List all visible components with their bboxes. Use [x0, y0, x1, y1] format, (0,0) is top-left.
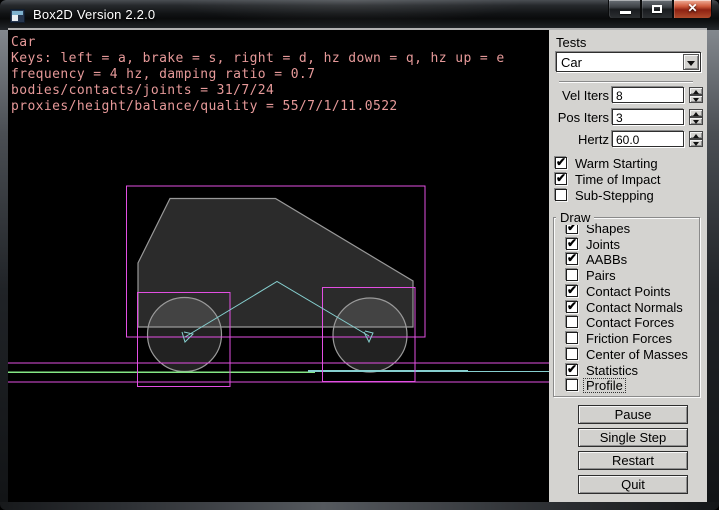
pos-iters-input[interactable]: 3: [612, 109, 684, 125]
hertz-spin-down-button[interactable]: [689, 139, 703, 147]
maximize-icon: [652, 5, 662, 13]
checkbox-joints-label: Joints: [584, 238, 622, 251]
tests-dropdown-value: Car: [561, 55, 582, 70]
draw-groupbox-label: Draw: [556, 210, 594, 225]
checkbox-pairs-label: Pairs: [584, 269, 618, 282]
checkbox-warm-starting-label: Warm Starting: [573, 157, 660, 170]
pos-iters-spin-down-button[interactable]: [689, 117, 703, 125]
arrow-down-icon: [693, 120, 699, 124]
checkbox-contact-forces-label: Contact Forces: [584, 316, 676, 329]
checkbox-friction-forces-box[interactable]: [566, 332, 578, 344]
checkbox-friction-forces-label: Friction Forces: [584, 332, 674, 345]
vel-iters-spin-down-button[interactable]: [689, 95, 703, 103]
hertz-input[interactable]: 60.0: [612, 131, 684, 147]
separator: [559, 81, 693, 83]
quit-button[interactable]: Quit: [578, 475, 688, 494]
pos-iters-spin-up-button[interactable]: [689, 109, 703, 117]
window-border-right: [707, 30, 719, 502]
checkbox-contact-normals-label: Contact Normals: [584, 301, 685, 314]
vel-iters-spin-up-button[interactable]: [689, 87, 703, 95]
chevron-down-icon: [687, 61, 695, 66]
hertz-spin-up-button[interactable]: [689, 131, 703, 139]
checkbox-warm-starting-box[interactable]: [555, 157, 567, 169]
arrow-down-icon: [693, 98, 699, 102]
arrow-up-icon: [693, 90, 699, 94]
checkbox-contact-forces-box[interactable]: [566, 316, 578, 328]
car-wheel-right: [333, 298, 407, 372]
checkbox-sub-stepping-box[interactable]: [555, 189, 567, 201]
hertz-row: Hertz 60.0: [549, 131, 707, 147]
checkbox-profile-box[interactable]: [566, 379, 578, 391]
pause-button[interactable]: Pause: [578, 405, 688, 424]
tests-dropdown[interactable]: Car: [556, 52, 701, 72]
single-step-button[interactable]: Single Step: [578, 428, 688, 447]
vel-iters-spinner: [689, 87, 703, 103]
tests-label: Tests: [556, 35, 586, 50]
arrow-down-icon: [693, 142, 699, 146]
close-button[interactable]: ✕: [673, 0, 712, 19]
checkbox-center-of-masses-label: Center of Masses: [584, 348, 690, 361]
minimize-button[interactable]: [608, 0, 641, 19]
simulation-canvas[interactable]: Car Keys: left = a, brake = s, right = d…: [8, 30, 549, 502]
checkbox-profile-label: Profile: [584, 379, 625, 392]
arrow-up-icon: [693, 112, 699, 116]
pos-iters-spinner: [689, 109, 703, 125]
tests-dropdown-button[interactable]: [683, 54, 699, 70]
window-border-bottom: [0, 502, 719, 510]
window-title: Box2D Version 2.2.0: [33, 7, 155, 22]
vel-iters-row: Vel Iters 8: [549, 87, 707, 103]
checkbox-pairs-box[interactable]: [566, 269, 578, 281]
checkbox-statistics-box[interactable]: [566, 364, 578, 376]
hertz-spinner: [689, 131, 703, 147]
car-wheel-left: [148, 298, 222, 372]
close-icon: ✕: [674, 1, 711, 15]
pos-iters-label: Pos Iters: [549, 110, 609, 125]
checkbox-contact-points-label: Contact Points: [584, 285, 673, 298]
vel-iters-input[interactable]: 8: [612, 87, 684, 103]
checkbox-contact-points-box[interactable]: [566, 285, 578, 297]
checkbox-sub-stepping-label: Sub-Stepping: [573, 189, 656, 202]
client-top-highlight: [8, 28, 707, 30]
checkbox-aabbs-label: AABBs: [584, 253, 629, 266]
arrow-up-icon: [693, 134, 699, 138]
car-simulation-drawing: [8, 30, 549, 502]
app-icon: [10, 9, 25, 23]
checkbox-aabbs-box[interactable]: [566, 253, 578, 265]
checkbox-contact-normals-box[interactable]: [566, 301, 578, 313]
restart-button[interactable]: Restart: [578, 451, 688, 470]
control-sidebar: Tests Car Vel Iters 8 Pos Iters 3 Hertz …: [549, 30, 707, 502]
app-window: Box2D Version 2.2.0 ✕ Car Keys: left = a…: [0, 0, 719, 510]
window-border-left: [0, 30, 8, 502]
checkbox-time-of-impact-box[interactable]: [555, 173, 567, 185]
checkbox-center-of-masses-box[interactable]: [566, 348, 578, 360]
hertz-label: Hertz: [549, 132, 609, 147]
vel-iters-label: Vel Iters: [549, 88, 609, 103]
checkbox-joints-box[interactable]: [566, 238, 578, 250]
maximize-button[interactable]: [641, 0, 673, 19]
caption-buttons: ✕: [608, 0, 712, 19]
pos-iters-row: Pos Iters 3: [549, 109, 707, 125]
minimize-icon: [620, 11, 631, 14]
checkbox-statistics-label: Statistics: [584, 364, 640, 377]
checkbox-time-of-impact-label: Time of Impact: [573, 173, 662, 186]
